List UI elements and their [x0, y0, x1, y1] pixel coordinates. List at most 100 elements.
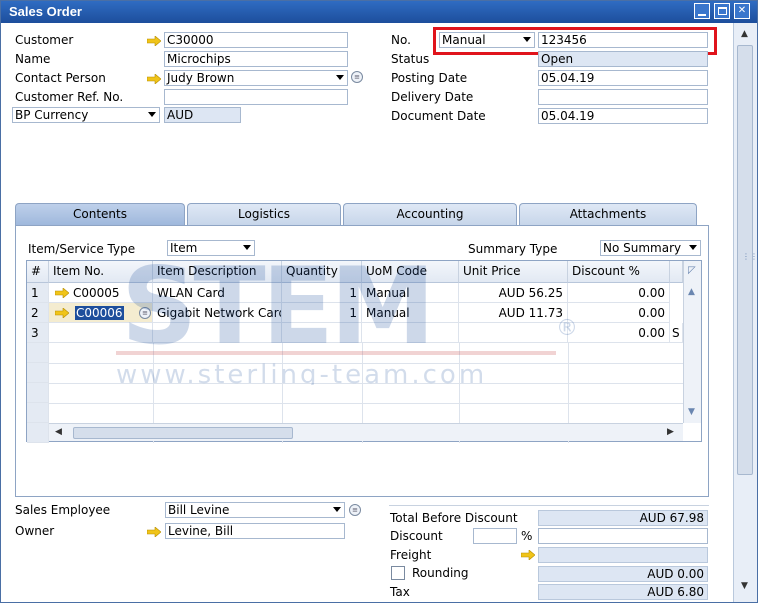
currency-value: AUD — [164, 107, 241, 123]
title-bar[interactable]: Sales Order ✕ — [1, 1, 757, 23]
maximize-icon[interactable] — [714, 3, 730, 19]
scroll-down-icon[interactable]: ▼ — [688, 407, 695, 417]
customer-input[interactable]: C30000 — [164, 32, 348, 48]
col-header-item-description[interactable]: Item Description — [153, 261, 282, 283]
chevron-down-icon — [243, 245, 251, 250]
col-header-row-number[interactable]: # — [27, 261, 49, 283]
chevron-down-icon — [148, 112, 156, 117]
unit-price-cell[interactable] — [459, 323, 568, 343]
col-header-quantity[interactable]: Quantity — [282, 261, 362, 283]
tab-contents[interactable]: Contents — [15, 203, 185, 225]
scroll-left-icon[interactable]: ◀ — [55, 427, 62, 437]
row-number: 1 — [27, 283, 49, 303]
uom-code-cell[interactable] — [362, 323, 459, 343]
form-body: Customer C30000 Name Microchips Contact … — [1, 23, 733, 602]
divider — [389, 505, 709, 506]
sales-order-window: Sales Order ✕ Customer C30000 Name Micro… — [0, 0, 758, 603]
discount-cell[interactable]: 0.00 — [568, 323, 670, 343]
scroll-down-icon[interactable]: ▼ — [741, 581, 748, 591]
details-icon[interactable]: ≡ — [351, 71, 363, 83]
row-number: 3 — [27, 323, 49, 343]
item-description-cell[interactable]: Gigabit Network Card — [153, 303, 282, 323]
sales-employee-label: Sales Employee — [15, 503, 111, 517]
freight-value — [538, 547, 708, 563]
quantity-cell[interactable]: 1 — [282, 283, 362, 303]
document-date-input[interactable]: 05.04.19 — [538, 108, 708, 124]
grid-rows: 1 C00005 WLAN Card 1 Manual AUD 56.25 0.… — [27, 283, 683, 443]
minimize-icon[interactable] — [694, 3, 710, 19]
items-grid: # Item No. Item Description Quantity UoM… — [26, 260, 702, 443]
owner-input[interactable]: Levine, Bill — [165, 523, 345, 539]
currency-type-dropdown[interactable]: BP Currency — [12, 107, 160, 123]
truncated-cell: S — [670, 323, 683, 343]
scroll-thumb[interactable] — [73, 427, 293, 439]
chevron-down-icon — [336, 75, 344, 80]
discount-label: Discount — [390, 529, 443, 543]
link-arrow-icon[interactable] — [521, 550, 535, 560]
window-title: Sales Order — [9, 4, 82, 19]
uom-code-cell[interactable]: Manual — [362, 283, 459, 303]
posting-date-label: Posting Date — [391, 71, 468, 85]
details-icon[interactable]: ≡ — [349, 504, 361, 516]
freight-label: Freight — [390, 548, 432, 562]
link-arrow-icon[interactable] — [147, 74, 161, 84]
sales-employee-dropdown[interactable]: Bill Levine — [165, 502, 345, 518]
expand-icon[interactable]: ◸ — [688, 265, 696, 276]
uom-code-cell[interactable]: Manual — [362, 303, 459, 323]
discount-cell[interactable]: 0.00 — [568, 283, 670, 303]
window-vertical-scrollbar[interactable]: ▲ ⋮⋮ ▼ — [733, 23, 758, 602]
link-arrow-icon[interactable] — [55, 308, 69, 318]
col-header-item-no[interactable]: Item No. — [49, 261, 153, 283]
scroll-right-icon[interactable]: ▶ — [667, 427, 674, 437]
rounding-value: AUD 0.00 — [538, 566, 708, 582]
summary-type-dropdown[interactable]: No Summary — [600, 240, 701, 256]
item-type-label: Item/Service Type — [28, 242, 136, 256]
item-description-cell[interactable] — [153, 323, 282, 343]
scroll-thumb[interactable]: ⋮⋮ — [737, 45, 758, 475]
item-description-cell[interactable]: WLAN Card — [153, 283, 282, 303]
link-arrow-icon[interactable] — [147, 36, 161, 46]
contact-person-label: Contact Person — [15, 71, 106, 85]
unit-price-cell[interactable]: AUD 11.73 — [459, 303, 568, 323]
close-icon[interactable]: ✕ — [734, 3, 750, 19]
delivery-date-input[interactable] — [538, 89, 708, 105]
status-value: Open — [538, 51, 708, 67]
status-label: Status — [391, 52, 430, 66]
unit-price-cell[interactable]: AUD 56.25 — [459, 283, 568, 303]
customer-ref-label: Customer Ref. No. — [15, 90, 124, 104]
customer-ref-input[interactable] — [164, 89, 348, 105]
scroll-up-icon[interactable]: ▲ — [741, 29, 748, 39]
item-type-dropdown[interactable]: Item — [167, 240, 255, 256]
rounding-checkbox[interactable] — [391, 566, 405, 580]
chevron-down-icon — [689, 245, 697, 250]
total-before-discount-value: AUD 67.98 — [538, 510, 708, 526]
grid-horizontal-scrollbar[interactable]: ◀ ▶ — [49, 423, 683, 441]
quantity-cell[interactable] — [282, 323, 362, 343]
discount-value-input[interactable] — [538, 528, 708, 544]
rounding-label: Rounding — [412, 566, 469, 580]
document-no-label: No. — [391, 33, 411, 47]
tab-accounting[interactable]: Accounting — [343, 203, 517, 225]
item-no-cell[interactable] — [49, 323, 153, 343]
chevron-down-icon — [333, 507, 341, 512]
customer-label: Customer — [15, 33, 74, 47]
link-arrow-icon[interactable] — [147, 527, 161, 537]
tax-value: AUD 6.80 — [538, 584, 708, 600]
quantity-cell[interactable]: 1 — [282, 303, 362, 323]
details-icon[interactable]: ≡ — [139, 307, 151, 319]
link-arrow-icon[interactable] — [55, 288, 69, 298]
col-header-discount[interactable]: Discount % — [568, 261, 670, 283]
col-header-unit-price[interactable]: Unit Price — [459, 261, 568, 283]
name-input[interactable]: Microchips — [164, 51, 348, 67]
tab-logistics[interactable]: Logistics — [187, 203, 341, 225]
row-number: 2 — [27, 303, 49, 323]
grid-vertical-scrollbar[interactable]: ◸ ▲ ▼ — [683, 261, 701, 423]
tab-attachments[interactable]: Attachments — [519, 203, 697, 225]
contact-person-dropdown[interactable]: Judy Brown — [164, 70, 348, 86]
discount-percent-input[interactable] — [473, 528, 517, 544]
discount-cell[interactable]: 0.00 — [568, 303, 670, 323]
scroll-up-icon[interactable]: ▲ — [688, 287, 695, 297]
posting-date-input[interactable]: 05.04.19 — [538, 70, 708, 86]
tax-label: Tax — [390, 585, 410, 599]
col-header-uom-code[interactable]: UoM Code — [362, 261, 459, 283]
